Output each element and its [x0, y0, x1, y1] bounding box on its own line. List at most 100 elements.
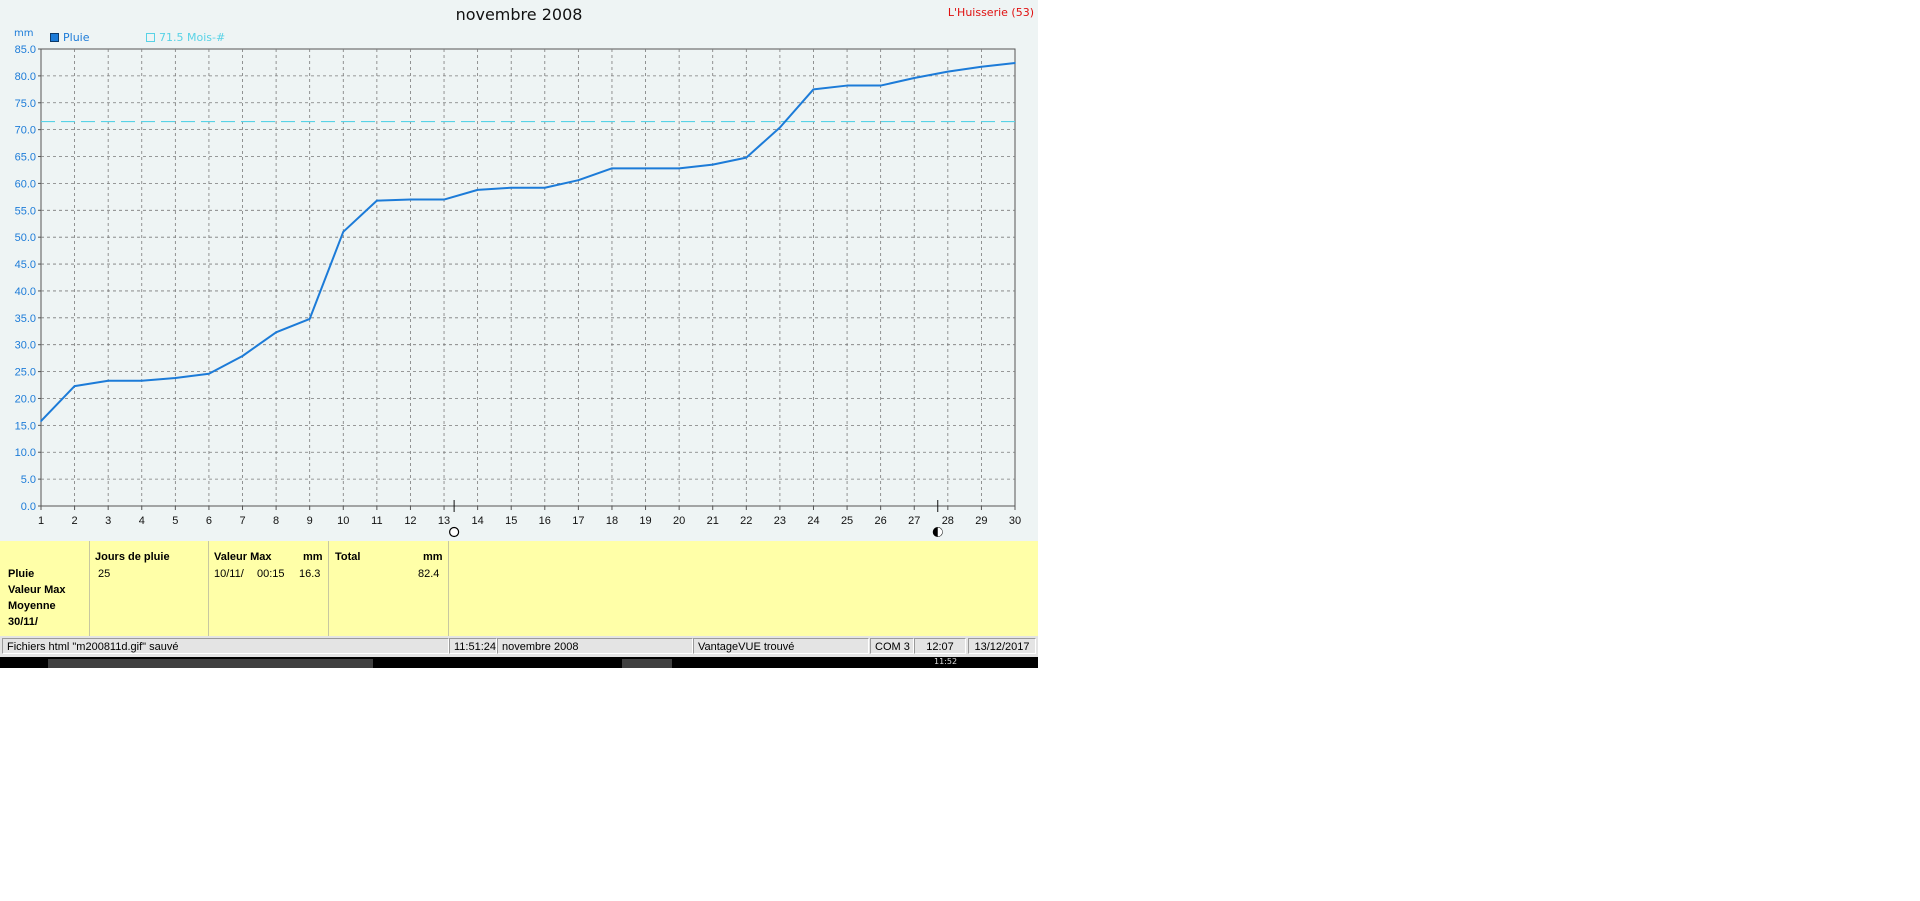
status-message: Fichiers html "m200811d.gif" sauvé — [2, 638, 449, 654]
y-tick-label: 45.0 — [15, 259, 36, 271]
series-pluie-point — [644, 167, 647, 170]
y-tick-label: 0.0 — [21, 501, 36, 513]
series-pluie-point — [879, 84, 882, 87]
x-tick-label: 28 — [942, 515, 954, 527]
series-pluie-point — [140, 379, 143, 382]
x-tick-label: 6 — [206, 515, 212, 527]
series-pluie-point — [409, 198, 412, 201]
series-pluie-point — [107, 379, 109, 382]
series-pluie-point — [241, 355, 244, 357]
x-tick-label: 20 — [673, 515, 685, 527]
y-tick-label: 15.0 — [15, 420, 36, 432]
stats-col-rain-days: Jours de pluie 25 — [90, 541, 209, 636]
status-date: 13/12/2017 — [968, 638, 1036, 654]
y-tick-label: 20.0 — [15, 393, 36, 405]
chart-area: 1 2 3 4 5 6 7 8 9 10 11 12 13 14 15 16 17 18 19 20 21 22 23 24 2… — [0, 0, 1038, 541]
series-pluie-point — [611, 167, 613, 170]
series-pluie-point — [812, 88, 815, 91]
max-value-header: Valeur Max — [214, 551, 272, 563]
status-bar: Fichiers html "m200811d.gif" sauvé 11:51… — [0, 636, 1038, 657]
total-value: 82.4 — [418, 568, 440, 580]
max-value-unit: mm — [303, 551, 323, 563]
series-pluie-point — [745, 156, 748, 159]
series-pluie-point — [208, 372, 210, 375]
x-tick-label: 25 — [841, 515, 853, 527]
weather-app-window: 1 2 3 4 5 6 7 8 9 10 11 12 13 14 15 16 17 18 19 20 21 22 23 24 2… — [0, 0, 1038, 668]
taskbar-clock: 11:52 — [934, 657, 958, 666]
series-pluie-point — [376, 199, 378, 202]
series-pluie-point — [275, 331, 277, 334]
series-pluie-point — [73, 385, 76, 387]
rain-days-header: Jours de pluie — [95, 551, 170, 563]
status-period: novembre 2008 — [497, 638, 693, 654]
series-pluie-point — [476, 189, 479, 191]
x-tick-label: 5 — [172, 515, 178, 527]
y-axis-unit: mm — [14, 28, 34, 39]
total-unit: mm — [423, 551, 443, 563]
legend-label-monthly-average: 71.5 Mois-# — [159, 31, 226, 44]
x-tick-label: 21 — [707, 515, 719, 527]
x-tick-label: 23 — [774, 515, 786, 527]
status-device: VantageVUE trouvé — [693, 638, 869, 654]
y-tick-label: 50.0 — [15, 232, 36, 244]
series-pluie-point — [577, 179, 580, 181]
row-label-date: 30/11/ — [8, 616, 38, 628]
rain-days-value: 25 — [98, 568, 111, 580]
series-pluie-point — [510, 186, 513, 189]
series-pluie-point — [443, 198, 445, 201]
legend-item-pluie: Pluie — [50, 31, 90, 44]
x-tick-label: 8 — [273, 515, 279, 527]
x-tick-label: 24 — [807, 515, 819, 527]
x-tick-label: 1 — [38, 515, 44, 527]
series-pluie-point — [308, 318, 311, 320]
x-tick-label: 4 — [139, 515, 145, 527]
x-tick-label: 19 — [639, 515, 651, 527]
x-tick-label: 15 — [505, 515, 517, 527]
y-tick-label: 5.0 — [21, 474, 36, 486]
x-tick-label: 29 — [975, 515, 987, 527]
total-header: Total — [335, 551, 361, 563]
x-tick-label: 18 — [606, 515, 618, 527]
y-tick-label: 80.0 — [15, 71, 36, 83]
y-tick-label: 55.0 — [15, 205, 36, 217]
taskbar: 11:52 — [0, 657, 1038, 668]
series-pluie-point — [980, 65, 983, 68]
legend-swatch-pluie — [50, 33, 59, 42]
row-label-max-value: Valeur Max — [8, 584, 66, 596]
x-tick-label: 2 — [72, 515, 78, 527]
x-tick-label: 10 — [337, 515, 349, 527]
x-tick-label: 14 — [471, 515, 483, 527]
full-moon-icon — [449, 526, 460, 538]
x-tick-label: 22 — [740, 515, 752, 527]
y-tick-label: 60.0 — [15, 178, 36, 190]
x-tick-label: 26 — [875, 515, 887, 527]
max-value-date: 10/11/ — [214, 568, 244, 580]
x-tick-label: 9 — [307, 515, 313, 527]
legend-item-monthly-average: 71.5 Mois-# — [146, 31, 225, 44]
x-tick-label: 16 — [539, 515, 551, 527]
stats-col-max-value: Valeur Max mm 10/11/ 00:15 16.3 — [209, 541, 329, 636]
stats-row-labels: Pluie Valeur Max Moyenne 30/11/ — [0, 541, 90, 636]
series-pluie-point — [543, 186, 546, 189]
x-tick-label: 11 — [371, 515, 382, 527]
taskbar-app-button[interactable] — [48, 659, 373, 668]
chart-title: novembre 2008 — [455, 5, 583, 24]
rain-chart: 1 2 3 4 5 6 7 8 9 10 11 12 13 14 15 16 17 18 19 20 21 22 23 24 2… — [15, 44, 1021, 538]
series-pluie-point — [711, 163, 714, 166]
taskbar-app-button-2[interactable] — [622, 659, 672, 668]
station-location: L'Huisserie (53) — [947, 6, 1034, 19]
x-tick-label: 7 — [239, 515, 245, 527]
statistics-panel: Pluie Valeur Max Moyenne 30/11/ Jours de… — [0, 541, 1038, 636]
max-value-amount: 16.3 — [299, 568, 321, 580]
x-tick-label: 17 — [572, 515, 584, 527]
row-label-average: Moyenne — [8, 600, 56, 612]
y-tick-label: 10.0 — [15, 447, 36, 459]
series-pluie-point — [342, 231, 345, 233]
y-tick-label: 35.0 — [15, 313, 36, 325]
series-pluie-point — [1014, 62, 1016, 64]
x-tick-label: 13 — [438, 515, 450, 527]
series-pluie-point — [40, 420, 42, 422]
y-tick-label: 70.0 — [15, 125, 36, 137]
legend-swatch-monthly-average — [146, 33, 155, 42]
series-pluie-point — [678, 167, 680, 170]
